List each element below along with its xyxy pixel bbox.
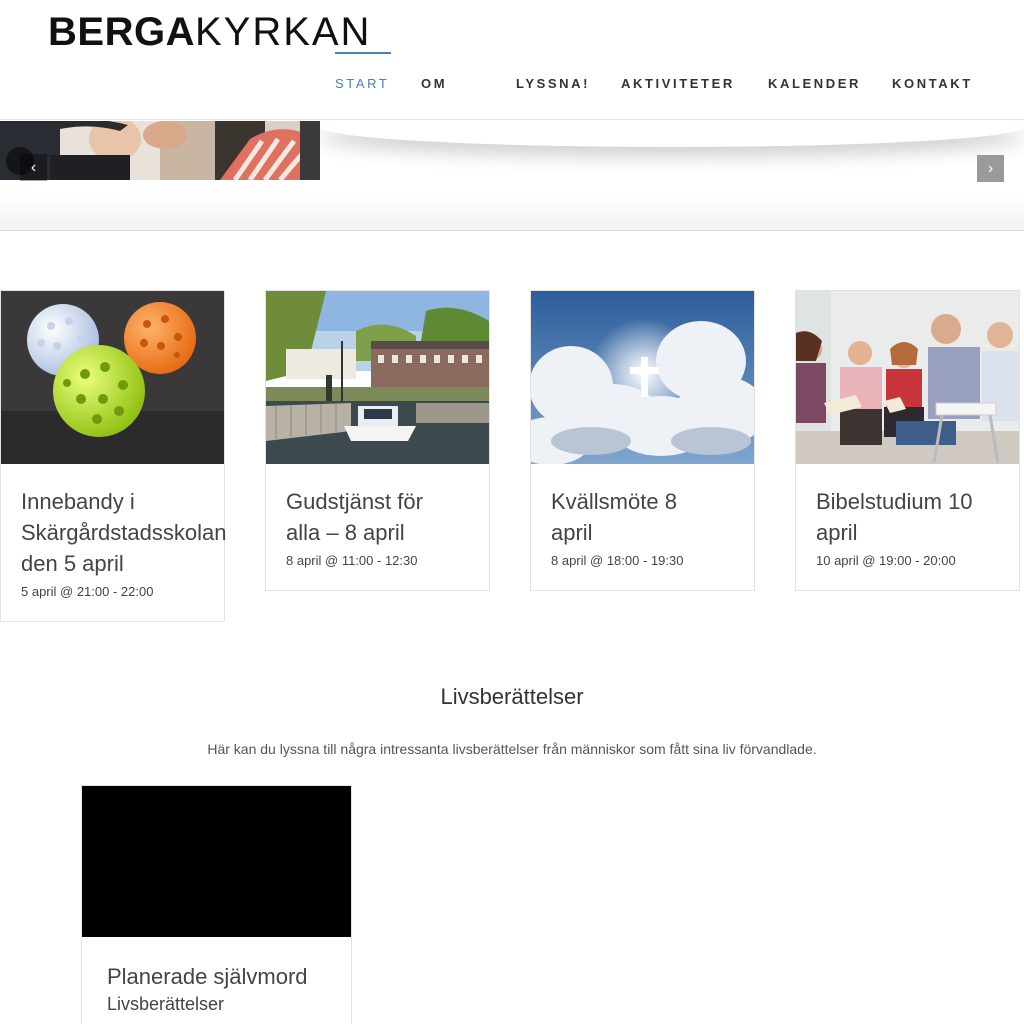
section-title: Livsberättelser (440, 684, 584, 709)
slider-prev-button[interactable]: ‹ (20, 154, 47, 181)
event-date: 8 april @ 11:00 - 12:30 (286, 553, 418, 568)
story-card[interactable]: Planerade självmord Livsberättelser (81, 785, 352, 1024)
nav-item-om[interactable]: OM (421, 76, 447, 91)
event-card[interactable]: Bibelstudium 10 april 10 april @ 19:00 -… (795, 290, 1020, 591)
nav-item-lyssna[interactable]: LYSSNA! (516, 76, 590, 91)
site-logo[interactable]: BERGA KYRKAN (48, 10, 371, 54)
event-date: 5 april @ 21:00 - 22:00 (21, 584, 154, 599)
event-image-bible-study (796, 291, 1019, 464)
event-image-floorball (1, 291, 224, 464)
event-date: 8 april @ 18:00 - 19:30 (551, 553, 684, 568)
event-date: 10 april @ 19:00 - 20:00 (816, 553, 956, 568)
nav-active-indicator (335, 52, 391, 54)
story-video-player[interactable] (82, 786, 351, 937)
event-title-line: Innebandy i (21, 489, 135, 514)
event-title-line: april (551, 520, 593, 545)
event-image-harbor (266, 291, 489, 464)
event-title-line: Bibelstudium 10 (816, 489, 973, 514)
nav-item-kalender[interactable]: KALENDER (768, 76, 861, 91)
event-title-line: alla – 8 april (286, 520, 405, 545)
logo-bold-text: BERGA (48, 10, 195, 54)
nav-item-start[interactable]: START (335, 76, 389, 91)
slide-image (0, 121, 320, 180)
site-header: BERGA KYRKAN START OM LYSSNA! AKTIVITETE… (0, 0, 1024, 120)
event-card[interactable]: Innebandy i Skärgårdstadsskolan den 5 ap… (0, 290, 227, 622)
story-title[interactable]: Planerade självmord (107, 964, 308, 990)
event-card[interactable]: Gudstjänst för alla – 8 april 8 april @ … (265, 290, 490, 591)
event-image-cross-clouds (531, 291, 754, 464)
logo-thin-text: KYRKAN (194, 10, 372, 54)
event-title-line: Gudstjänst för (286, 489, 423, 514)
event-card[interactable]: Kvällsmöte 8 april 8 april @ 18:00 - 19:… (530, 290, 755, 591)
section-description: Här kan du lyssna till några intressanta… (207, 741, 817, 757)
event-title-line: Skärgårdstadsskolan (21, 520, 227, 545)
hero-slider: ‹ › (0, 121, 1024, 231)
event-title-line: april (816, 520, 858, 545)
nav-item-aktiviteter[interactable]: AKTIVITETER (621, 76, 735, 91)
nav-item-kontakt[interactable]: KONTAKT (892, 76, 973, 91)
main-nav: START OM LYSSNA! AKTIVITETER KALENDER KO… (0, 76, 1024, 96)
chevron-right-icon: › (987, 160, 994, 177)
chevron-left-icon: ‹ (30, 159, 37, 176)
slider-shadow (320, 121, 1024, 147)
event-title-line: den 5 april (21, 551, 124, 576)
story-category[interactable]: Livsberättelser (107, 994, 224, 1015)
event-title-line: Kvällsmöte 8 (551, 489, 677, 514)
slider-next-button[interactable]: › (977, 155, 1004, 182)
